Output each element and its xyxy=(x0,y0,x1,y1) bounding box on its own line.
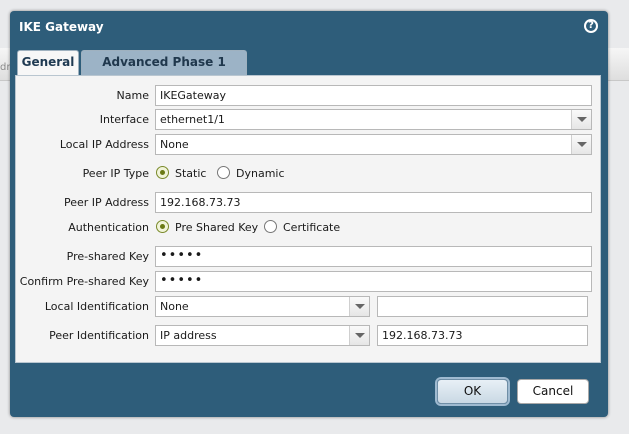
radio-static[interactable] xyxy=(156,166,169,179)
chevron-down-icon[interactable] xyxy=(349,326,369,345)
name-input[interactable]: IKEGateway xyxy=(155,85,592,106)
peer-id-type-select[interactable]: IP address xyxy=(155,325,370,346)
psk-label: Pre-shared Key xyxy=(66,250,149,263)
local-id-row: Local Identification None xyxy=(16,296,600,318)
chevron-down-icon[interactable] xyxy=(571,135,591,154)
local-ip-select[interactable]: None xyxy=(155,134,592,155)
radio-pre-shared-key-label: Pre Shared Key xyxy=(175,221,259,234)
peer-ip-label: Peer IP Address xyxy=(64,196,149,209)
local-id-type-select[interactable]: None xyxy=(155,296,370,317)
radio-pre-shared-key[interactable] xyxy=(156,220,169,233)
peer-id-input[interactable]: 192.168.73.73 xyxy=(377,325,588,346)
psk-input[interactable]: ••••• xyxy=(155,246,592,267)
local-id-type-value: None xyxy=(160,300,189,313)
name-row: Name IKEGateway xyxy=(16,85,600,107)
local-ip-label: Local IP Address xyxy=(59,138,149,151)
interface-value: ethernet1/1 xyxy=(160,113,225,126)
tab-advanced-phase1[interactable]: Advanced Phase 1 Options xyxy=(81,50,247,92)
radio-dynamic-label: Dynamic xyxy=(236,167,285,180)
psk-confirm-row: Confirm Pre-shared Key ••••• xyxy=(16,271,600,293)
interface-row: Interface ethernet1/1 xyxy=(16,109,600,131)
help-icon[interactable]: ? xyxy=(584,19,598,33)
general-panel: Name IKEGateway Interface ethernet1/1 Lo… xyxy=(15,75,601,363)
chevron-down-icon[interactable] xyxy=(349,297,369,316)
interface-label: Interface xyxy=(99,113,149,126)
psk-confirm-label: Confirm Pre-shared Key xyxy=(19,275,149,288)
peer-id-label: Peer Identification xyxy=(49,329,149,342)
ok-button[interactable]: OK xyxy=(437,379,508,404)
radio-certificate[interactable] xyxy=(264,220,277,233)
cancel-button[interactable]: Cancel xyxy=(517,379,589,404)
local-id-input[interactable] xyxy=(377,296,588,317)
psk-confirm-input[interactable]: ••••• xyxy=(155,271,592,292)
peer-ip-type-row: Peer IP Type Static Dynamic xyxy=(16,163,600,185)
peer-id-type-value: IP address xyxy=(160,329,217,342)
psk-row: Pre-shared Key ••••• xyxy=(16,246,600,268)
peer-ip-input[interactable]: 192.168.73.73 xyxy=(155,192,592,213)
local-ip-row: Local IP Address None xyxy=(16,134,600,156)
peer-id-row: Peer Identification IP address 192.168.7… xyxy=(16,325,600,347)
radio-certificate-label: Certificate xyxy=(283,221,341,234)
dialog-title: IKE Gateway xyxy=(19,20,104,34)
tab-general[interactable]: General xyxy=(17,50,79,76)
radio-dynamic[interactable] xyxy=(217,166,230,179)
local-id-label: Local Identification xyxy=(44,300,149,313)
name-label: Name xyxy=(116,89,149,102)
local-ip-value: None xyxy=(160,138,189,151)
interface-select[interactable]: ethernet1/1 xyxy=(155,109,592,130)
peer-ip-row: Peer IP Address 192.168.73.73 xyxy=(16,192,600,214)
peer-ip-type-label: Peer IP Type xyxy=(82,167,149,180)
authentication-row: Authentication Pre Shared Key Certificat… xyxy=(16,217,600,239)
radio-static-label: Static xyxy=(175,167,207,180)
chevron-down-icon[interactable] xyxy=(571,110,591,129)
ike-gateway-dialog: IKE Gateway ? General Advanced Phase 1 O… xyxy=(10,11,608,417)
authentication-label: Authentication xyxy=(68,221,149,234)
